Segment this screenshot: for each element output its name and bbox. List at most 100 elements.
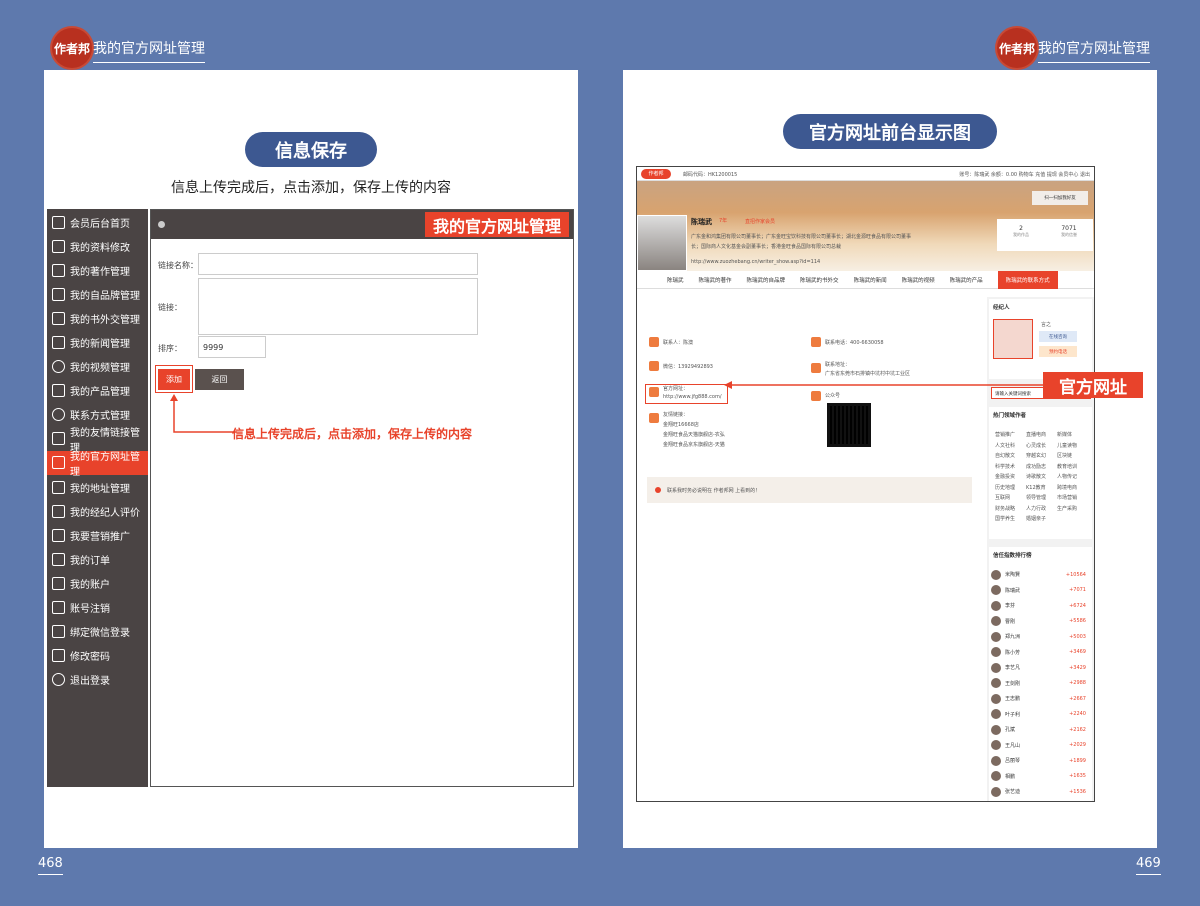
ranking-row[interactable]: 李芬 +6724 (991, 598, 1092, 614)
hot-field-item[interactable]: 跨境电商 (1057, 484, 1088, 491)
ranking-row[interactable]: 孔斌 +2162 (991, 722, 1092, 738)
broker-chat-button[interactable]: 在线咨询 (1039, 331, 1077, 342)
sidebar-item-1[interactable]: 我的资料修改 (47, 234, 148, 258)
hot-field-item[interactable]: 人物传记 (1057, 473, 1088, 480)
ranking-row[interactable]: 曹刚 +5586 (991, 614, 1092, 630)
author-url[interactable]: http://www.zuozhebang.cn/writer_show.asp… (691, 259, 820, 265)
sidebar-item-19[interactable]: 退出登录 (47, 668, 148, 692)
scan-button[interactable]: 扫一扫加我好友 (1032, 191, 1088, 205)
sidebar-item-16[interactable]: 账号注销 (47, 596, 148, 620)
sidebar-item-12[interactable]: 我的经纪人评价 (47, 499, 148, 523)
order-input[interactable]: 9999 (198, 336, 266, 358)
sidebar-item-0[interactable]: 会员后台首页 (47, 210, 148, 234)
ranking-row[interactable]: 王志鹏 +2667 (991, 691, 1092, 707)
broker-call-button[interactable]: 预约电话 (1039, 346, 1077, 357)
sidebar-item-14[interactable]: 我的订单 (47, 547, 148, 571)
hot-field-item[interactable]: 互联网 (995, 494, 1026, 501)
hot-field-item[interactable]: 人力行政 (1026, 505, 1057, 512)
sidebar-item-18[interactable]: 修改密码 (47, 644, 148, 668)
ranking-name: 李芬 (1005, 603, 1016, 610)
hot-field-item[interactable]: 金融投资 (995, 473, 1026, 480)
hot-field-item[interactable]: 科学技术 (995, 463, 1026, 470)
left-subtitle: 信息上传完成后，点击添加，保存上传的内容 (171, 180, 451, 196)
ranking-row[interactable]: 吕丽琴 +1899 (991, 753, 1092, 769)
ranking-row[interactable]: 王剑刚 +2988 (991, 676, 1092, 692)
hand-icon (52, 384, 65, 398)
sidebar-item-17[interactable]: 绑定微信登录 (47, 620, 148, 644)
hot-field-item[interactable]: 新媒体 (1057, 431, 1088, 438)
hot-field-item[interactable]: K12教育 (1026, 484, 1057, 491)
site-account-links[interactable]: 账号：陈瑞武 余额：0.00 购物车 充值 提现 会员中心 退出 (959, 171, 1090, 178)
official-url-callout: 官方网址 (1043, 372, 1143, 398)
add-button[interactable]: 添加 (158, 369, 190, 390)
official-value[interactable]: http://www.jfg888.com/ (663, 394, 722, 400)
hot-field-item[interactable]: 直播电商 (1026, 431, 1057, 438)
ranking-row[interactable]: 张艺迪 +1536 (991, 784, 1092, 800)
sidebar-item-15[interactable]: 我的账户 (47, 571, 148, 595)
sidebar-item-label: 会员后台首页 (70, 218, 130, 230)
hot-field-item[interactable]: 成功励志 (1026, 463, 1057, 470)
hot-field-item[interactable]: 营销推广 (995, 431, 1026, 438)
ranking-score: +3469 (1069, 649, 1086, 656)
hot-field-item[interactable]: 生产采购 (1057, 505, 1088, 512)
ranking-row[interactable]: 相鹏 +1635 (991, 769, 1092, 785)
avatar (991, 647, 1001, 658)
ranking-row[interactable]: 米陶賢 +10564 (991, 567, 1092, 583)
hot-field-item[interactable]: 心灵成长 (1026, 442, 1057, 449)
friend-link-list: 金翔旺16668店 金翔旺食品天猫旗舰店-农弘 金翔旺食品京东旗舰店-天猫 (663, 421, 725, 451)
sidebar-item-4[interactable]: 我的书外交管理 (47, 306, 148, 330)
sidebar-item-7[interactable]: 我的产品管理 (47, 379, 148, 403)
sidebar-item-3[interactable]: 我的自品牌管理 (47, 282, 148, 306)
contact-wechat: 微信：13929492893 (663, 364, 713, 370)
ranking-row[interactable]: 王凡山 +2029 (991, 738, 1092, 754)
site-tab-3[interactable]: 陈瑞武的书外交 (800, 276, 839, 284)
link-name-input[interactable] (198, 253, 478, 275)
site-tab-5[interactable]: 陈瑞武的视频 (902, 276, 935, 284)
ranking-row[interactable]: 叶子利 +2240 (991, 707, 1092, 723)
hot-field-item[interactable]: 领导管理 (1026, 494, 1057, 501)
checkbox-icon (52, 528, 65, 542)
site-banner: 扫一扫加我好友 陈瑞武 7年 直招作家会员 广东金和鸿集团有限公司董事长；广东金… (637, 181, 1094, 271)
hot-field-item[interactable]: 穿越玄幻 (1026, 452, 1057, 459)
ranking-row[interactable]: 李艺凡 +3429 (991, 660, 1092, 676)
hot-field-item[interactable]: 人文社科 (995, 442, 1026, 449)
hot-field-item[interactable]: 婚姻亲子 (1026, 515, 1057, 522)
sidebar-item-13[interactable]: 我要营销推广 (47, 523, 148, 547)
right-page: 官方网址前台显示图 作者邦 邮码代码：HK1200015 账号：陈瑞武 余额：0… (623, 70, 1157, 848)
ranking-row[interactable]: 陈瑞武 +7071 (991, 583, 1092, 599)
order-label: 排序： (158, 344, 182, 353)
site-tab-4[interactable]: 陈瑞武的新闻 (854, 276, 887, 284)
hot-field-item[interactable]: 儿童读物 (1057, 442, 1088, 449)
sidebar-item-6[interactable]: 我的视频管理 (47, 355, 148, 379)
sidebar-item-11[interactable]: 我的地址管理 (47, 475, 148, 499)
hot-field-item[interactable]: 区块链 (1057, 452, 1088, 459)
hot-field-item[interactable]: 财务战略 (995, 505, 1026, 512)
hot-field-item[interactable]: 市场营销 (1057, 494, 1088, 501)
site-tab-7[interactable]: 陈瑞武的联系方式 (997, 270, 1058, 289)
link-label: 链接： (158, 303, 182, 312)
ranking-row[interactable]: 陈小芳 +3469 (991, 645, 1092, 661)
site-tab-2[interactable]: 陈瑞武的自品牌 (747, 276, 786, 284)
hot-field-item[interactable]: 历史地理 (995, 484, 1026, 491)
friend-link-item[interactable]: 金翔旺食品京东旗舰店-天猫 (663, 441, 725, 448)
ranking-score: +1635 (1069, 773, 1086, 780)
friend-link-item[interactable]: 金翔旺16668店 (663, 421, 725, 428)
sidebar-item-10[interactable]: 我的官方网址管理 (47, 450, 148, 478)
hot-field-item[interactable]: 教育培训 (1057, 463, 1088, 470)
site-tab-0[interactable]: 陈瑞武 (667, 276, 684, 284)
back-button[interactable]: 返回 (195, 369, 244, 390)
friend-link-item[interactable]: 金翔旺食品天猫旗舰店-农弘 (663, 431, 725, 438)
ranking-row[interactable]: 郑九洲 +5003 (991, 629, 1092, 645)
hot-field-item[interactable]: 自幻散文 (995, 452, 1026, 459)
site-tab-6[interactable]: 陈瑞武的产品 (950, 276, 983, 284)
sidebar-item-label: 修改密码 (70, 652, 110, 664)
sidebar-item-5[interactable]: 我的新闻管理 (47, 330, 148, 354)
site-tab-1[interactable]: 陈瑞武的著作 (699, 276, 732, 284)
ranking-score: +1899 (1069, 757, 1086, 764)
hot-field-item[interactable]: 国学养生 (995, 515, 1026, 522)
hot-field-item[interactable]: 诗歌散文 (1026, 473, 1057, 480)
link-textarea[interactable] (198, 278, 478, 335)
left-page: 信息保存 信息上传完成后，点击添加，保存上传的内容 会员后台首页 我的资料修改 我的… (44, 70, 578, 848)
admin-panel: 我的官方网址管理 链接名称： 链接： 排序： 9999 添加 返回 信息上传完成… (150, 209, 574, 787)
sidebar-item-2[interactable]: 我的著作管理 (47, 258, 148, 282)
